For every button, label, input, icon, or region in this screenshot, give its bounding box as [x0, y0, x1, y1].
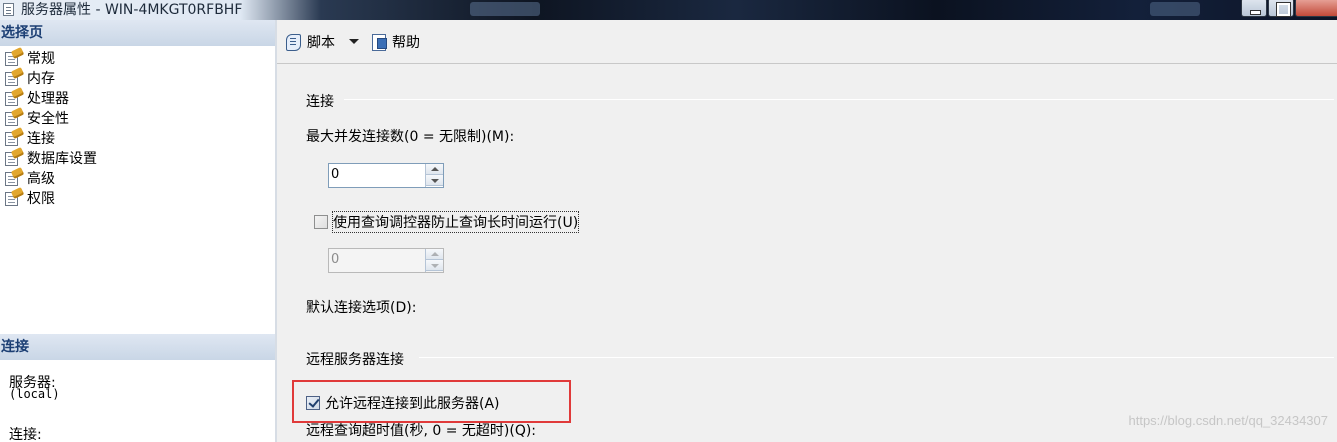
page-wrench-icon — [4, 47, 25, 67]
script-button[interactable]: 脚本 — [284, 32, 335, 52]
stepper-up-icon — [426, 249, 443, 260]
page-wrench-icon — [4, 147, 25, 167]
sidebar-item-label: 权限 — [27, 191, 55, 207]
page-wrench-icon — [4, 167, 25, 187]
sidebar-item-database-settings[interactable]: 数据库设置 — [0, 147, 275, 168]
help-button[interactable]: 帮助 — [369, 32, 420, 52]
query-governor-stepper: 0 — [328, 248, 444, 273]
minimize-button[interactable] — [1241, 0, 1267, 17]
sidebar-item-connections[interactable]: 连接 — [0, 127, 275, 148]
page-wrench-icon — [4, 127, 25, 147]
page-wrench-icon — [4, 87, 25, 107]
query-governor-value: 0 — [331, 252, 340, 267]
close-button[interactable] — [1295, 0, 1337, 17]
server-value: (local) — [9, 387, 60, 401]
max-connections-value: 0 — [331, 167, 340, 182]
sidebar-item-label: 内存 — [27, 71, 55, 87]
page-wrench-icon — [4, 67, 25, 87]
window-icon — [3, 3, 14, 16]
sidebar-item-label: 安全性 — [27, 111, 69, 127]
default-options-label: 默认连接选项(D): — [306, 300, 417, 316]
title-bar-reflection — [470, 2, 540, 16]
max-connections-stepper[interactable]: 0 — [328, 163, 444, 188]
max-connections-label: 最大并发连接数(0 = 无限制)(M): — [306, 129, 515, 145]
sidebar-item-general[interactable]: 常规 — [0, 47, 275, 68]
sidebar-item-label: 高级 — [27, 171, 55, 187]
select-page-panel: 选择页 常规 内存 处理器 安全性 连接 数据库设置 高级 权限 连接 服务器:… — [0, 20, 275, 442]
query-governor-checkbox[interactable] — [314, 215, 328, 229]
sidebar-item-label: 常规 — [27, 51, 55, 67]
stepper-down-icon — [426, 260, 443, 271]
properties-panel: 脚本 帮助 连接 最大并发连接数(0 = 无限制)(M): 0 使用查询调控器防… — [277, 20, 1337, 442]
help-button-label: 帮助 — [392, 34, 420, 51]
maximize-button[interactable] — [1268, 0, 1294, 17]
group-divider — [419, 357, 1334, 358]
page-wrench-icon — [4, 187, 25, 207]
sidebar-item-advanced[interactable]: 高级 — [0, 167, 275, 188]
toolbar: 脚本 帮助 — [277, 20, 1337, 64]
stepper-arrows — [425, 249, 443, 272]
group-divider — [344, 99, 1334, 100]
page-wrench-icon — [4, 107, 25, 127]
stepper-arrows — [425, 164, 443, 187]
script-dropdown-chevron-down-icon[interactable] — [349, 39, 359, 44]
sidebar-item-memory[interactable]: 内存 — [0, 67, 275, 88]
window-controls — [1240, 0, 1337, 17]
select-page-header: 选择页 — [0, 20, 275, 46]
script-button-label: 脚本 — [307, 34, 335, 51]
query-governor-label[interactable]: 使用查询调控器防止查询长时间运行(U) — [331, 211, 580, 233]
stepper-up-icon[interactable] — [426, 164, 443, 175]
page-list: 常规 内存 处理器 安全性 连接 数据库设置 高级 权限 — [0, 47, 275, 208]
connection-info-header: 连接 — [0, 334, 275, 360]
sidebar-item-security[interactable]: 安全性 — [0, 107, 275, 128]
help-icon — [369, 33, 389, 51]
remote-group-title: 远程服务器连接 — [306, 352, 404, 368]
highlight-annotation — [292, 380, 571, 423]
sidebar-item-processors[interactable]: 处理器 — [0, 87, 275, 108]
connections-group-title: 连接 — [306, 94, 334, 110]
watermark: https://blog.csdn.net/qq_32434307 — [1128, 413, 1329, 428]
connection-label: 连接: — [9, 427, 42, 442]
remote-timeout-label: 远程查询超时值(秒, 0 = 无超时)(Q): — [306, 423, 537, 439]
window-title: 服务器属性 - WIN-4MKGT0RFBHF — [21, 2, 243, 18]
script-icon — [284, 33, 304, 51]
sidebar-item-permissions[interactable]: 权限 — [0, 187, 275, 208]
sidebar-item-label: 处理器 — [27, 91, 69, 107]
sidebar-item-label: 连接 — [27, 131, 55, 147]
sidebar-item-label: 数据库设置 — [27, 151, 97, 167]
title-bar: 服务器属性 - WIN-4MKGT0RFBHF — [0, 0, 1337, 20]
title-bar-reflection — [1150, 2, 1200, 16]
stepper-down-icon[interactable] — [426, 175, 443, 186]
